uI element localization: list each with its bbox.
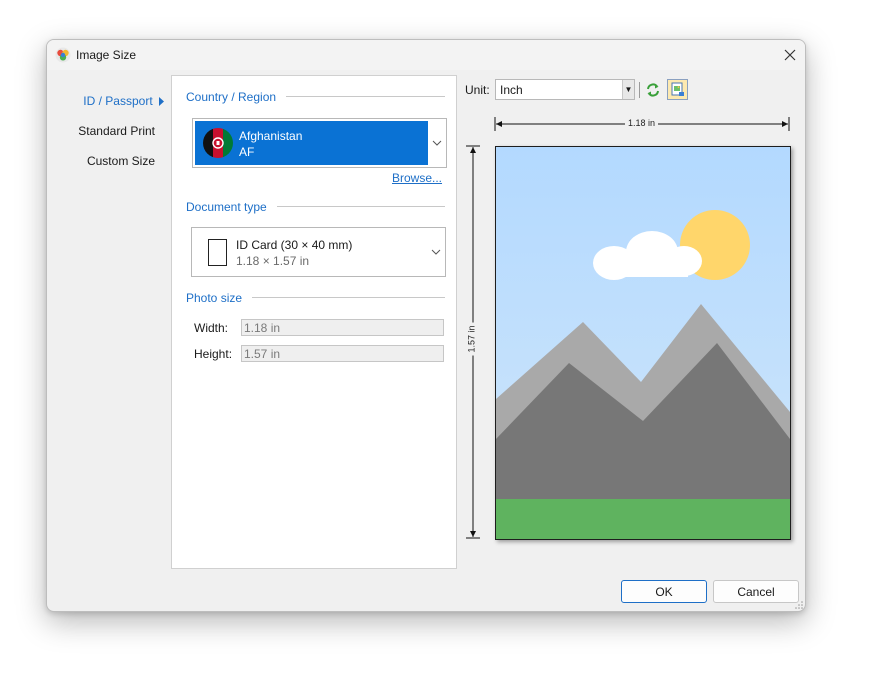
image-settings-button[interactable] <box>667 79 688 100</box>
unit-value: Inch <box>500 83 523 97</box>
unit-select[interactable]: Inch ▼ <box>495 79 635 100</box>
height-label: Height: <box>194 347 233 361</box>
height-dimension-label: 1.57 in <box>466 322 477 356</box>
chevron-down-icon <box>431 249 441 255</box>
width-dimension-label: 1.18 in <box>625 118 659 128</box>
width-label: Width: <box>194 321 229 335</box>
country-name: Afghanistan <box>239 129 303 143</box>
app-icon <box>55 47 71 63</box>
settings-panel: Country / Region Afghanistan AF Browse..… <box>171 75 457 569</box>
divider <box>248 297 445 298</box>
photo-size-section-label: Photo size <box>186 291 253 305</box>
cancel-button[interactable]: Cancel <box>713 580 799 603</box>
caret-right-icon <box>159 97 164 106</box>
country-section-label: Country / Region <box>186 90 287 104</box>
unit-label: Unit: <box>465 83 490 97</box>
dropdown-arrow-icon[interactable]: ▼ <box>622 80 634 99</box>
ok-button[interactable]: OK <box>621 580 707 603</box>
close-button[interactable] <box>775 40 805 70</box>
divider <box>272 206 445 207</box>
country-dropdown[interactable]: Afghanistan AF <box>192 118 447 168</box>
height-field: 1.57 in <box>241 345 444 362</box>
title-bar: Image Size <box>47 40 805 70</box>
landscape-placeholder-image <box>496 147 790 539</box>
photo-preview <box>495 146 791 540</box>
document-name: ID Card (30 × 40 mm) <box>236 238 353 252</box>
close-icon <box>784 49 796 61</box>
refresh-icon <box>647 83 659 97</box>
window-title: Image Size <box>76 48 137 62</box>
nav-item-label: Custom Size <box>86 154 155 168</box>
nav-item-standard-print[interactable]: Standard Print <box>78 124 155 138</box>
resize-grip-icon[interactable] <box>795 601 803 609</box>
nav-item-label: Standard Print <box>78 124 155 138</box>
toolbar-separator <box>639 82 640 98</box>
width-field: 1.18 in <box>241 319 444 336</box>
nav-item-id-passport[interactable]: ID / Passport <box>83 94 165 108</box>
image-settings-icon <box>671 82 684 96</box>
afghanistan-flag-icon <box>203 128 233 158</box>
country-selected-item: Afghanistan AF <box>195 121 428 165</box>
country-code: AF <box>239 145 255 159</box>
document-type-dropdown[interactable]: ID Card (30 × 40 mm) 1.18 × 1.57 in <box>191 227 446 277</box>
divider <box>282 96 445 97</box>
document-icon <box>208 239 227 266</box>
document-size: 1.18 × 1.57 in <box>236 254 310 268</box>
browse-link[interactable]: Browse... <box>392 171 442 185</box>
refresh-button[interactable] <box>643 80 663 100</box>
image-size-dialog: Image Size ID / Passport Standard Print … <box>46 39 806 612</box>
nav-item-custom-size[interactable]: Custom Size <box>87 154 155 168</box>
nav-item-label: ID / Passport <box>83 94 153 108</box>
chevron-down-icon <box>432 140 442 146</box>
document-section-label: Document type <box>186 200 277 214</box>
